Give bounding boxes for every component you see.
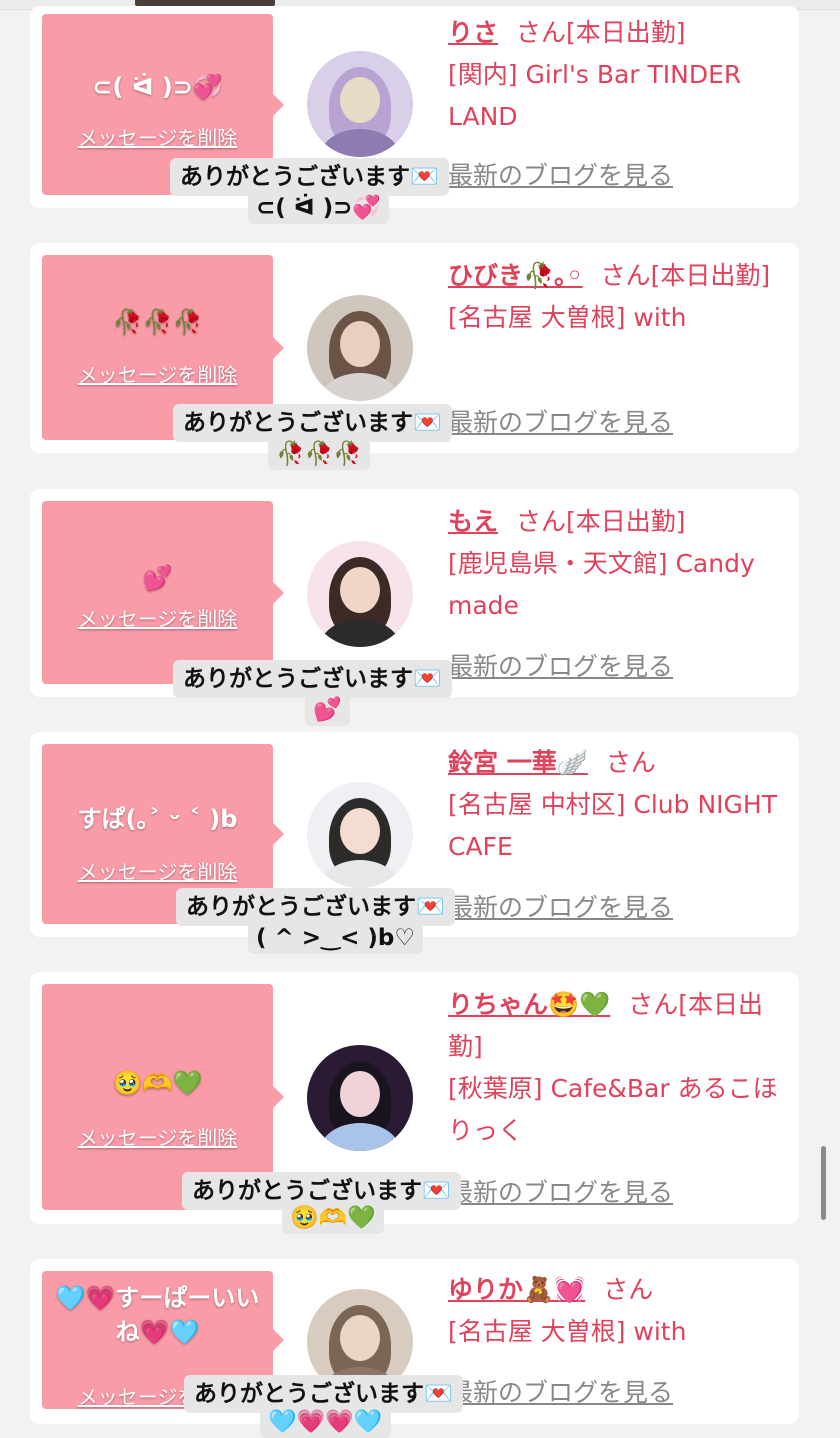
honorific: さん [516,18,567,47]
latest-blog-link[interactable]: 最新のブログを見る [448,888,673,924]
cast-info: 鈴宮 一華🪽 さん [名古屋 中村区] Club NIGHT CAFE [448,742,788,868]
delete-message-link[interactable]: メッセージを削除 [42,359,273,388]
message-card: 🥹🫶💚 メッセージを削除 りちゃん🤩💚 さん[本日出勤] [秋葉原] Cafe&B… [30,972,799,1234]
message-text: 🥹🫶💚 [112,1069,203,1097]
cast-info: りさ さん[本日出勤] [関内] Girl's Bar TINDER LAND [448,12,788,138]
latest-blog-link[interactable]: 最新のブログを見る [448,647,673,683]
cast-name-link[interactable]: 鈴宮 一華🪽 [448,748,588,777]
message-text: ⊂( ᐛ )⊃💞 [92,73,223,101]
delete-message-link[interactable]: メッセージを削除 [42,122,273,151]
message-card: 🥀🥀🥀 メッセージを削除 ひびき🥀｡◦ さん[本日出勤] [名古屋 大曽根] wi… [30,243,799,470]
cast-info: ゆりか🧸💓 さん [名古屋 大曽根] with [448,1269,788,1353]
shop-name: [秋葉原] Cafe&Bar あるこほりっく [448,1074,778,1145]
avatar[interactable] [307,782,413,888]
shop-name: [鹿児島県・天文館] Candy made [448,549,755,620]
honorific: さん [628,990,679,1019]
cast-name-link[interactable]: りちゃん🤩💚 [448,990,610,1019]
cast-name-link[interactable]: もえ [448,507,498,536]
reply-emoji: 🥀🥀🥀 [268,438,370,470]
shop-name: [名古屋 大曽根] with [448,303,687,332]
cast-name-link[interactable]: りさ [448,18,498,47]
avatar[interactable] [307,541,413,647]
message-card: すぱ(｡˃ ᵕ ˂ )b メッセージを削除 鈴宮 一華🪽 さん [名古屋 中村区]… [30,732,799,954]
reply-emoji: ⊂( ᐛ )⊃💞 [248,192,390,224]
shop-name: [名古屋 大曽根] with [448,1317,687,1346]
avatar[interactable] [307,1045,413,1151]
latest-blog-link[interactable]: 最新のブログを見る [448,1173,673,1209]
message-card: ⊂( ᐛ )⊃💞 メッセージを削除 りさ さん[本日出勤] [関内] Girl's… [30,6,799,224]
cast-info: もえ さん[本日出勤] [鹿児島県・天文館] Candy made [448,501,788,627]
honorific: さん [603,1275,654,1304]
reply-emoji: 💕 [305,694,350,726]
reply-emoji: 🩵💗💗🩵 [260,1406,391,1438]
status-badge: [本日出勤] [566,507,686,536]
message-card: 🩵💗すーぱーいいね💗🩵 メッセージを削除 ゆりか🧸💓 さん [名古屋 大曽根] w… [30,1259,799,1438]
message-text: 💕 [142,564,173,592]
reply-text: ありがとうございます💌 [170,158,449,196]
latest-blog-link[interactable]: 最新のブログを見る [448,156,673,192]
reply-emoji: ( ^ >‿< )b♡ [248,922,423,954]
scrollbar[interactable] [821,1146,826,1220]
message-text: 🩵💗すーぱーいいね💗🩵 [55,1284,260,1346]
reply-text: ありがとうございます💌 [173,660,452,698]
shop-name: [関内] Girl's Bar TINDER LAND [448,60,742,131]
cast-name-link[interactable]: ゆりか🧸💓 [448,1275,585,1304]
honorific: さん [600,261,651,290]
cast-info: りちゃん🤩💚 さん[本日出勤] [秋葉原] Cafe&Bar あるこほりっく [448,984,788,1152]
status-badge: [本日出勤] [566,18,686,47]
reply-text: ありがとうございます💌 [173,404,452,442]
message-text: すぱ(｡˃ ᵕ ˂ )b [77,805,238,833]
avatar[interactable] [307,51,413,157]
delete-message-link[interactable]: メッセージを削除 [42,1122,273,1151]
reply-text: ありがとうございます💌 [176,888,455,926]
latest-blog-link[interactable]: 最新のブログを見る [448,403,673,439]
honorific: さん [516,507,567,536]
shop-name: [名古屋 中村区] Club NIGHT CAFE [448,790,777,861]
message-card: 💕 メッセージを削除 もえ さん[本日出勤] [鹿児島県・天文館] Candy m… [30,489,799,726]
cast-name-link[interactable]: ひびき🥀｡◦ [448,261,583,290]
message-text: 🥀🥀🥀 [112,308,203,336]
latest-blog-link[interactable]: 最新のブログを見る [448,1373,673,1409]
delete-message-link[interactable]: メッセージを削除 [42,603,273,632]
cast-info: ひびき🥀｡◦ さん[本日出勤] [名古屋 大曽根] with [448,255,788,339]
avatar[interactable] [307,295,413,401]
honorific: さん [605,748,656,777]
delete-message-link[interactable]: メッセージを削除 [42,856,273,885]
status-badge: [本日出勤] [650,261,771,290]
message-bubble: 💕 メッセージを削除 [42,501,284,684]
reply-emoji: 🥹🫶💚 [282,1202,384,1234]
